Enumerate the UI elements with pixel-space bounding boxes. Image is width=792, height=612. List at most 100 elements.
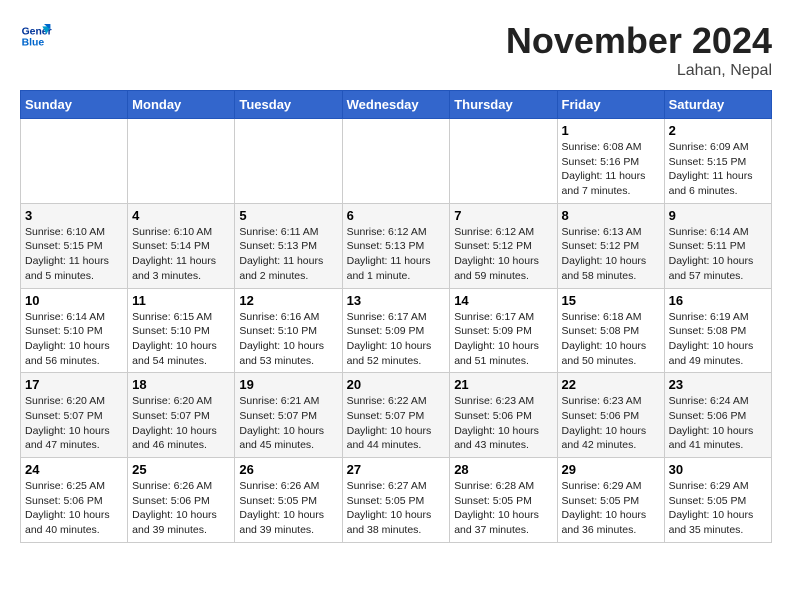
day-number: 20 (347, 377, 446, 392)
day-info: Sunrise: 6:23 AMSunset: 5:06 PMDaylight:… (562, 394, 660, 453)
month-title: November 2024 (506, 20, 772, 62)
day-number: 25 (132, 462, 230, 477)
weekday-header-tuesday: Tuesday (235, 91, 342, 119)
day-number: 16 (669, 293, 767, 308)
day-number: 15 (562, 293, 660, 308)
day-number: 24 (25, 462, 123, 477)
title-area: November 2024 Lahan, Nepal (506, 20, 772, 80)
day-number: 9 (669, 208, 767, 223)
day-number: 18 (132, 377, 230, 392)
day-number: 19 (239, 377, 337, 392)
day-info: Sunrise: 6:12 AMSunset: 5:12 PMDaylight:… (454, 225, 552, 284)
day-number: 27 (347, 462, 446, 477)
day-info: Sunrise: 6:26 AMSunset: 5:05 PMDaylight:… (239, 479, 337, 538)
day-info: Sunrise: 6:14 AMSunset: 5:10 PMDaylight:… (25, 310, 123, 369)
day-number: 23 (669, 377, 767, 392)
calendar-cell: 8Sunrise: 6:13 AMSunset: 5:12 PMDaylight… (557, 203, 664, 288)
weekday-header-row: SundayMondayTuesdayWednesdayThursdayFrid… (21, 91, 772, 119)
calendar-cell: 1 Sunrise: 6:08 AMSunset: 5:16 PMDaylight… (557, 119, 664, 204)
calendar-cell: 22 Sunrise: 6:23 AMSunset: 5:06 PMDayligh… (557, 373, 664, 458)
calendar-cell: 24 Sunrise: 6:25 AMSunset: 5:06 PMDayligh… (21, 458, 128, 543)
calendar-cell: 6 Sunrise: 6:12 AMSunset: 5:13 PMDaylight… (342, 203, 450, 288)
calendar-cell: 4Sunrise: 6:10 AMSunset: 5:14 PMDaylight… (128, 203, 235, 288)
day-info: Sunrise: 6:14 AMSunset: 5:11 PMDaylight:… (669, 225, 767, 284)
day-number: 3 (25, 208, 123, 223)
calendar-cell: 27 Sunrise: 6:27 AMSunset: 5:05 PMDayligh… (342, 458, 450, 543)
calendar-cell: 20 Sunrise: 6:22 AMSunset: 5:07 PMDayligh… (342, 373, 450, 458)
calendar-cell: 17 Sunrise: 6:20 AMSunset: 5:07 PMDayligh… (21, 373, 128, 458)
week-row-1: 1 Sunrise: 6:08 AMSunset: 5:16 PMDaylight… (21, 119, 772, 204)
day-info: Sunrise: 6:15 AMSunset: 5:10 PMDaylight:… (132, 310, 230, 369)
day-number: 22 (562, 377, 660, 392)
week-row-5: 24 Sunrise: 6:25 AMSunset: 5:06 PMDayligh… (21, 458, 772, 543)
calendar-cell: 3 Sunrise: 6:10 AMSunset: 5:15 PMDaylight… (21, 203, 128, 288)
day-info: Sunrise: 6:26 AMSunset: 5:06 PMDaylight:… (132, 479, 230, 538)
day-info: Sunrise: 6:09 AMSunset: 5:15 PMDaylight:… (669, 140, 767, 199)
day-info: Sunrise: 6:17 AMSunset: 5:09 PMDaylight:… (454, 310, 552, 369)
weekday-header-monday: Monday (128, 91, 235, 119)
day-info: Sunrise: 6:22 AMSunset: 5:07 PMDaylight:… (347, 394, 446, 453)
calendar-cell: 7 Sunrise: 6:12 AMSunset: 5:12 PMDaylight… (450, 203, 557, 288)
calendar-cell (21, 119, 128, 204)
day-info: Sunrise: 6:12 AMSunset: 5:13 PMDaylight:… (347, 225, 446, 284)
day-info: Sunrise: 6:10 AMSunset: 5:15 PMDaylight:… (25, 225, 123, 284)
location: Lahan, Nepal (506, 62, 772, 80)
day-number: 1 (562, 123, 660, 138)
calendar-cell: 11 Sunrise: 6:15 AMSunset: 5:10 PMDayligh… (128, 288, 235, 373)
day-info: Sunrise: 6:25 AMSunset: 5:06 PMDaylight:… (25, 479, 123, 538)
calendar-cell: 13Sunrise: 6:17 AMSunset: 5:09 PMDayligh… (342, 288, 450, 373)
day-info: Sunrise: 6:29 AMSunset: 5:05 PMDaylight:… (562, 479, 660, 538)
calendar-cell: 9 Sunrise: 6:14 AMSunset: 5:11 PMDaylight… (664, 203, 771, 288)
calendar-cell (235, 119, 342, 204)
day-info: Sunrise: 6:17 AMSunset: 5:09 PMDaylight:… (347, 310, 446, 369)
calendar-cell: 19Sunrise: 6:21 AMSunset: 5:07 PMDayligh… (235, 373, 342, 458)
calendar-cell: 2 Sunrise: 6:09 AMSunset: 5:15 PMDaylight… (664, 119, 771, 204)
day-number: 17 (25, 377, 123, 392)
day-number: 5 (239, 208, 337, 223)
day-info: Sunrise: 6:10 AMSunset: 5:14 PMDaylight:… (132, 225, 230, 284)
week-row-3: 10 Sunrise: 6:14 AMSunset: 5:10 PMDayligh… (21, 288, 772, 373)
calendar-table: SundayMondayTuesdayWednesdayThursdayFrid… (20, 90, 772, 543)
day-number: 21 (454, 377, 552, 392)
day-number: 29 (562, 462, 660, 477)
calendar-cell: 28Sunrise: 6:28 AMSunset: 5:05 PMDayligh… (450, 458, 557, 543)
day-info: Sunrise: 6:08 AMSunset: 5:16 PMDaylight:… (562, 140, 660, 199)
day-info: Sunrise: 6:28 AMSunset: 5:05 PMDaylight:… (454, 479, 552, 538)
weekday-header-saturday: Saturday (664, 91, 771, 119)
day-info: Sunrise: 6:20 AMSunset: 5:07 PMDaylight:… (25, 394, 123, 453)
weekday-header-friday: Friday (557, 91, 664, 119)
page-header: General Blue November 2024 Lahan, Nepal (20, 20, 772, 80)
day-number: 2 (669, 123, 767, 138)
day-number: 10 (25, 293, 123, 308)
calendar-cell: 12 Sunrise: 6:16 AMSunset: 5:10 PMDayligh… (235, 288, 342, 373)
calendar-cell: 5 Sunrise: 6:11 AMSunset: 5:13 PMDaylight… (235, 203, 342, 288)
calendar-cell (450, 119, 557, 204)
calendar-cell (342, 119, 450, 204)
calendar-cell: 15Sunrise: 6:18 AMSunset: 5:08 PMDayligh… (557, 288, 664, 373)
calendar-cell: 26Sunrise: 6:26 AMSunset: 5:05 PMDayligh… (235, 458, 342, 543)
calendar-cell: 21Sunrise: 6:23 AMSunset: 5:06 PMDayligh… (450, 373, 557, 458)
day-info: Sunrise: 6:29 AMSunset: 5:05 PMDaylight:… (669, 479, 767, 538)
week-row-2: 3 Sunrise: 6:10 AMSunset: 5:15 PMDaylight… (21, 203, 772, 288)
day-number: 6 (347, 208, 446, 223)
calendar-cell: 14Sunrise: 6:17 AMSunset: 5:09 PMDayligh… (450, 288, 557, 373)
calendar-cell: 10 Sunrise: 6:14 AMSunset: 5:10 PMDayligh… (21, 288, 128, 373)
calendar-cell: 30 Sunrise: 6:29 AMSunset: 5:05 PMDayligh… (664, 458, 771, 543)
day-info: Sunrise: 6:20 AMSunset: 5:07 PMDaylight:… (132, 394, 230, 453)
day-info: Sunrise: 6:27 AMSunset: 5:05 PMDaylight:… (347, 479, 446, 538)
day-info: Sunrise: 6:24 AMSunset: 5:06 PMDaylight:… (669, 394, 767, 453)
day-info: Sunrise: 6:16 AMSunset: 5:10 PMDaylight:… (239, 310, 337, 369)
calendar-cell: 25 Sunrise: 6:26 AMSunset: 5:06 PMDayligh… (128, 458, 235, 543)
calendar-cell: 16Sunrise: 6:19 AMSunset: 5:08 PMDayligh… (664, 288, 771, 373)
day-info: Sunrise: 6:11 AMSunset: 5:13 PMDaylight:… (239, 225, 337, 284)
day-number: 11 (132, 293, 230, 308)
day-number: 12 (239, 293, 337, 308)
svg-text:Blue: Blue (22, 38, 45, 49)
day-number: 7 (454, 208, 552, 223)
logo: General Blue (20, 20, 52, 52)
calendar-cell: 23 Sunrise: 6:24 AMSunset: 5:06 PMDayligh… (664, 373, 771, 458)
day-number: 30 (669, 462, 767, 477)
week-row-4: 17 Sunrise: 6:20 AMSunset: 5:07 PMDayligh… (21, 373, 772, 458)
weekday-header-thursday: Thursday (450, 91, 557, 119)
day-number: 8 (562, 208, 660, 223)
